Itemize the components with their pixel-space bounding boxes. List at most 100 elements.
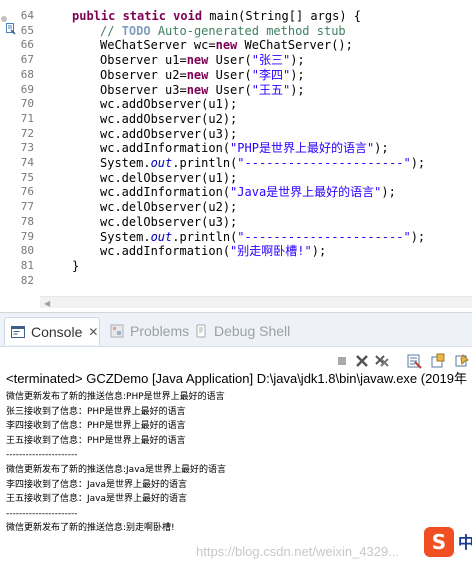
line-number: 68 [20,67,34,81]
code-token: ); [290,82,305,97]
code-token: new [186,82,216,97]
console-icon [11,325,25,338]
sogou-ime-icon[interactable]: S [424,527,454,557]
console-output-line: 微信更新发布了新的推送信息:PHP是世界上最好的语言 [6,392,225,402]
console-output-line: ---------------------- [6,508,78,519]
tab-debug-shell-label: Debug Shell [214,323,291,339]
code-token: public static void [72,9,210,23]
code-token: WeChatServer(); [244,38,353,53]
line-number: 77 [20,200,34,214]
line-number: 69 [20,82,34,96]
console-output-line: 李四接收到了信息：Java是世界上最好的语言 [6,479,188,490]
code-token: "Java是世界上最好的语言" [230,185,382,200]
code-line: System.out.println("--------------------… [100,230,425,245]
remove-launch-icon[interactable] [354,353,370,369]
line-number: 76 [20,185,34,199]
code-token: main(String[] args) { [209,9,361,23]
console-output-line: 李四接收到了信息：PHP是世界上最好的语言 [6,421,186,432]
code-token: User( [215,53,252,68]
line-number: 82 [20,273,34,287]
line-number: 79 [20,229,34,243]
code-token: wc.delObserver(u1); [100,170,238,185]
code-line: Observer u2=new User("李四"); [100,68,305,83]
console-output-line: 王五接收到了信息：PHP是世界上最好的语言 [6,435,186,446]
code-token: "王五" [251,82,291,97]
console-output-line: 张三接收到了信息：PHP是世界上最好的语言 [6,406,186,417]
code-token: } [72,258,80,273]
tab-console[interactable]: Console ✕ [4,317,100,345]
code-line: Observer u3=new User("王五"); [100,83,305,98]
remove-all-terminated-icon[interactable] [374,353,390,369]
watermark-text: https://blog.csdn.net/weixin_4329... [196,544,400,559]
close-icon[interactable]: ✕ [88,325,98,339]
code-token: Observer u1= [100,53,187,68]
code-line: } [72,259,79,274]
code-line: wc.addObserver(u1); [100,97,237,112]
code-token: ); [290,67,305,82]
code-token: wc.delObserver(u3); [100,214,238,229]
line-number: 72 [20,126,34,140]
code-token: out [150,229,173,244]
code-line: wc.addInformation("PHP是世界上最好的语言"); [100,141,389,156]
tab-console-label: Console [31,323,83,340]
line-number: 80 [20,244,34,258]
code-token: wc.addInformation( [100,244,231,259]
code-token: User( [215,82,252,97]
code-token: // [100,23,122,38]
code-token: System. [100,229,151,244]
code-token: Observer u3= [100,82,187,97]
line-number: 70 [20,97,34,111]
code-line: WeChatServer wc=new WeChatServer(); [100,38,353,53]
clear-console-icon[interactable] [406,353,422,369]
code-line: // TODO Auto-generated method stub [100,24,346,39]
code-line: wc.delObserver(u3); [100,215,237,230]
code-line: wc.delObserver(u1); [100,171,237,186]
line-number-gutter: 64 65 66 67 68 69 70 71 72 73 74 75 76 77 78 79 80 81 82 [0,0,40,296]
code-line: wc.addObserver(u3); [100,127,237,142]
code-token: ); [410,229,426,244]
console-output-line: 微信更新发布了新的推送信息:Java是世界上最好的语言 [6,465,227,475]
code-token: System. [100,156,151,170]
fold-collapse-icon[interactable] [0,15,8,23]
code-token: "别走啊卧槽!" [230,244,312,259]
horizontal-scrollbar[interactable]: ◀ [40,296,472,308]
line-number: 73 [20,141,34,155]
code-line: Observer u1=new User("张三"); [100,53,305,68]
code-token: "----------------------" [237,156,411,170]
code-text-area[interactable]: public static void main(String[] args) {… [42,0,472,296]
code-line: wc.addInformation("Java是世界上最好的语言"); [100,185,396,200]
code-token: WeChatServer wc= [100,38,216,53]
terminate-icon[interactable] [334,353,350,369]
console-output-line: 王五接收到了信息：Java是世界上最好的语言 [6,494,188,505]
line-number: 66 [20,38,34,52]
code-token: "李四" [251,67,291,82]
task-marker-icon[interactable] [6,23,16,35]
code-line: wc.delObserver(u2); [100,200,237,215]
tab-debug-shell[interactable]: Debug Shell [188,317,290,345]
code-line: wc.addInformation("别走啊卧槽!"); [100,244,326,259]
code-token: ); [374,141,389,156]
line-number: 74 [20,156,34,169]
code-token: ); [410,156,426,170]
code-token: new [186,53,216,68]
code-token: TODO [121,23,151,38]
line-number: 81 [20,258,34,272]
pin-console-icon[interactable] [454,353,470,369]
code-token: ); [290,53,305,68]
code-token: Auto-generated method stub [150,23,346,38]
tab-problems[interactable]: Problems [104,317,189,345]
code-editor[interactable]: 64 65 66 67 68 69 70 71 72 73 74 75 76 77 78 79 80 81 82 p… [0,0,472,312]
scroll-left-icon[interactable]: ◀ [44,299,50,308]
code-token: "张三" [251,53,291,68]
ime-mode-label[interactable]: 中 [458,529,472,553]
scroll-lock-icon[interactable] [430,353,446,369]
code-token: ); [311,244,327,259]
view-tab-bar: Console ✕ Problems Debug Shell [0,313,472,347]
code-token: .println( [172,156,238,170]
console-view: Console ✕ Problems Debug Shell <terminat… [0,312,472,568]
code-token: wc.addInformation( [100,185,231,200]
problems-icon [110,324,124,338]
code-token: new [186,67,216,82]
code-token: new [215,38,245,53]
code-token: wc.delObserver(u2); [100,200,238,215]
